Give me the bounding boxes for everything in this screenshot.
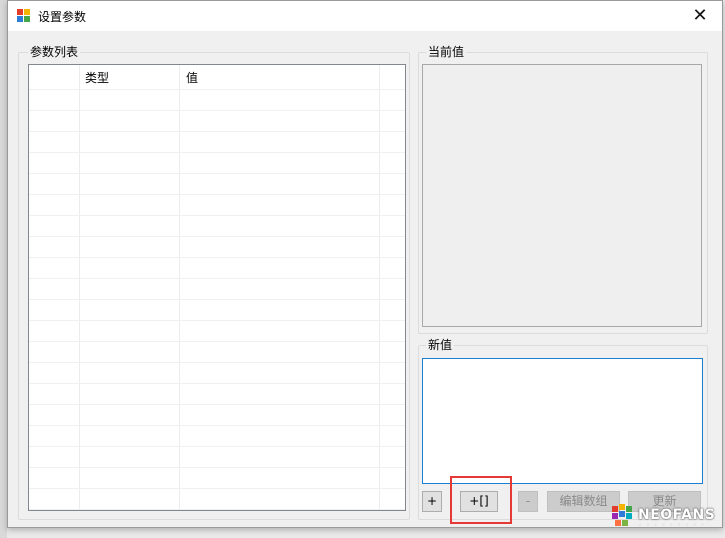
remove-button[interactable]: -	[518, 491, 538, 512]
new-value-input[interactable]	[422, 358, 703, 484]
table-row	[29, 488, 405, 489]
table-row	[29, 404, 405, 405]
table-row	[29, 89, 405, 90]
window-title: 设置参数	[38, 10, 87, 24]
current-value-display	[422, 64, 702, 327]
add-button[interactable]: +	[422, 491, 442, 512]
param-list-title: 参数列表	[28, 45, 81, 59]
table-row	[29, 278, 405, 279]
annotation-highlight-box	[450, 476, 512, 524]
table-row	[29, 131, 405, 132]
table-row	[29, 425, 405, 426]
table-row	[29, 257, 405, 258]
table-row	[29, 362, 405, 363]
table-row	[29, 299, 405, 300]
table-row	[29, 215, 405, 216]
watermark-text: NEOFANS	[638, 507, 716, 523]
table-row	[29, 467, 405, 468]
cube-logo-icon	[612, 504, 634, 528]
column-header-type[interactable]: 类型	[85, 69, 109, 86]
new-value-title: 新值	[426, 338, 455, 352]
table-header: 类型 值	[29, 65, 405, 89]
table-row	[29, 194, 405, 195]
table-row	[29, 320, 405, 321]
table-row	[29, 383, 405, 384]
table-row	[29, 446, 405, 447]
title-bar: 设置参数 ✕	[8, 1, 722, 31]
table-row	[29, 341, 405, 342]
table-row	[29, 152, 405, 153]
table-row	[29, 173, 405, 174]
watermark-subtext: · · · · · · · · ·	[639, 522, 706, 529]
watermark-logo: NEOFANS · · · · · · · · ·	[612, 504, 722, 530]
table-row	[29, 236, 405, 237]
settings-dialog: 设置参数 ✕ 参数列表 类型 值 当前值 新值 + +[] - 编辑数组 更新	[7, 0, 723, 528]
edit-array-button[interactable]: 编辑数组	[547, 491, 620, 512]
app-icon	[17, 9, 31, 23]
current-value-title: 当前值	[426, 45, 467, 59]
param-table[interactable]: 类型 值	[28, 64, 406, 511]
table-row	[29, 110, 405, 111]
column-header-value[interactable]: 值	[186, 69, 198, 86]
table-row	[29, 509, 405, 510]
close-icon[interactable]: ✕	[678, 1, 722, 31]
background-window-edge	[0, 0, 7, 538]
